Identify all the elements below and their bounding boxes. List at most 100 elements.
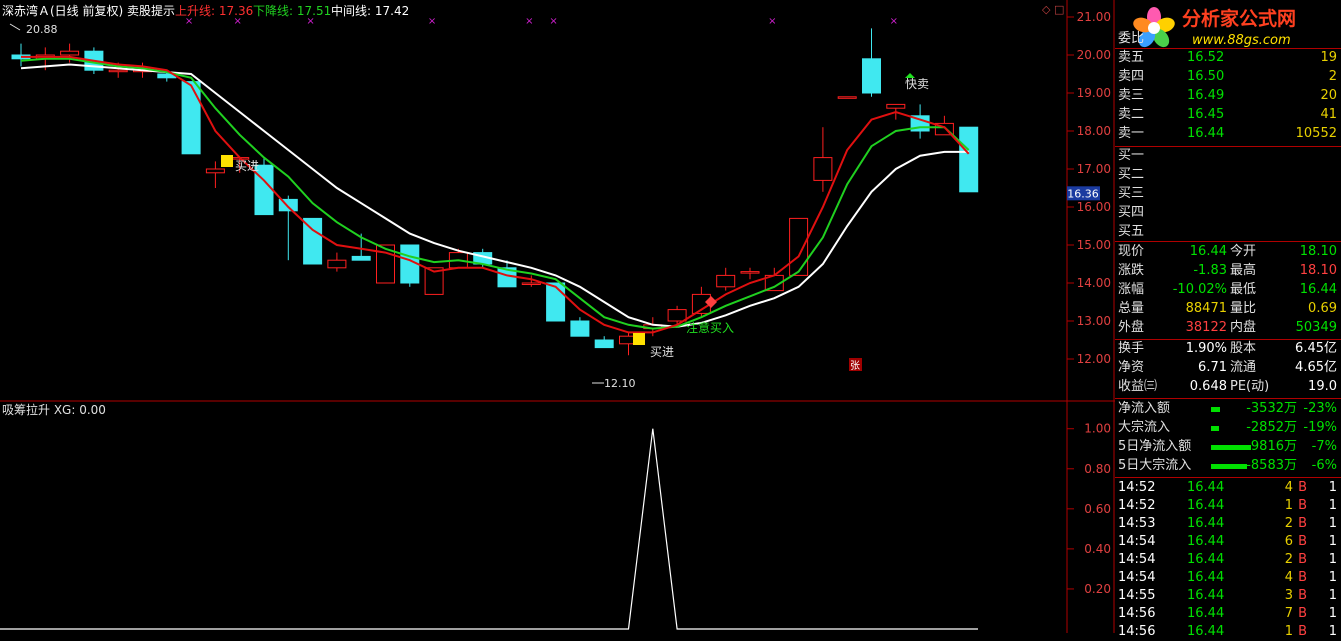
indicator-title: 吸筹拉升 XG: 0.00 — [2, 402, 106, 417]
flow-value: -2852万 — [1246, 420, 1297, 435]
stat-value: 6.45亿 — [1295, 341, 1337, 356]
sell-arrow-icon — [905, 73, 915, 78]
ask-label: 卖四 — [1118, 69, 1145, 84]
bid-row: 买一 — [1115, 147, 1341, 165]
stat-value: 50349 — [1295, 320, 1337, 335]
flow-label: 5日净流入额 — [1118, 439, 1192, 454]
stat-label: 净资 — [1118, 360, 1145, 375]
stat-row: 涨幅 -10.02% 最低 16.44 — [1115, 281, 1341, 299]
ask-row: 卖二 16.45 41 — [1115, 106, 1341, 124]
weibi-label: 委比 — [1118, 31, 1145, 46]
y-tick-label: 21.00 — [1077, 10, 1111, 24]
tick-time: 14:52 — [1118, 498, 1156, 513]
stat-row: 现价 16.44 今开 18.10 — [1115, 243, 1341, 261]
ask-row: 卖五 16.52 19 — [1115, 49, 1341, 67]
stat-label: 现价 — [1118, 244, 1145, 259]
square-icon[interactable]: □ — [1054, 3, 1064, 17]
xg-line — [0, 428, 978, 630]
stat-row: 收益㈢ 0.648 PE(动) 19.0 — [1115, 378, 1341, 396]
stat-label: 涨幅 — [1118, 282, 1145, 297]
candle — [205, 168, 225, 174]
tick-volume: 1 — [1284, 624, 1293, 639]
tick-row: 14:54 16.44 6 B 1 — [1115, 533, 1341, 551]
candle — [837, 96, 857, 99]
y-tick-label: 0.40 — [1084, 542, 1111, 556]
tick-row: 14:55 16.44 3 B 1 — [1115, 587, 1341, 605]
flow-pct: -19% — [1303, 420, 1337, 435]
high-price-label: 20.88 — [26, 23, 58, 36]
weibi-row: 委比 — [1115, 30, 1341, 48]
tick-count: 1 — [1328, 606, 1337, 621]
tick-count: 1 — [1328, 534, 1337, 549]
stat-value: 19.0 — [1308, 379, 1337, 394]
flow-label: 净流入额 — [1118, 401, 1171, 416]
bid-row: 买三 — [1115, 185, 1341, 203]
tick-side: B — [1298, 480, 1307, 495]
current-price-label: 16.36 — [1067, 187, 1099, 200]
tick-price: 16.44 — [1187, 624, 1225, 639]
candle — [60, 50, 80, 56]
y-tick-label: 12.00 — [1077, 352, 1111, 366]
divider — [1115, 241, 1341, 242]
top-marker: × — [549, 16, 557, 27]
stat-label: 量比 — [1230, 301, 1257, 316]
buy-label-2: 买进 — [650, 345, 674, 359]
quote-panel: 委比 卖五 16.52 19 卖四 16.50 2 卖三 16.49 20 卖二 16.45 41 卖一… — [1115, 0, 1341, 639]
stat-value: -1.83 — [1193, 263, 1227, 278]
stat-row: 总量 88471 量比 0.69 — [1115, 300, 1341, 318]
tick-price: 16.44 — [1187, 588, 1225, 603]
flow-value: -3532万 — [1246, 401, 1297, 416]
tick-time: 14:54 — [1118, 570, 1156, 585]
stat-value: 18.10 — [1299, 263, 1337, 278]
flow-value: -8583万 — [1246, 458, 1297, 473]
tick-side: B — [1298, 516, 1307, 531]
stat-label: 涨跌 — [1118, 263, 1145, 278]
zhang-label: 张 — [850, 360, 860, 372]
flow-bar — [1211, 445, 1251, 450]
stat-value: 0.69 — [1308, 301, 1337, 316]
stat-value: 16.44 — [1299, 282, 1337, 297]
bid-row: 买四 — [1115, 204, 1341, 222]
buy-marker-1 — [221, 155, 233, 167]
tick-volume: 6 — [1284, 534, 1293, 549]
tick-price: 16.44 — [1187, 570, 1225, 585]
tick-side: B — [1298, 534, 1307, 549]
candle — [351, 255, 371, 261]
tick-count: 1 — [1328, 552, 1337, 567]
tick-side: B — [1298, 498, 1307, 513]
buy-label-1: 买进 — [235, 159, 259, 173]
diamond-icon[interactable]: ◇ — [1042, 3, 1050, 17]
candle — [716, 274, 736, 288]
flow-bar — [1211, 426, 1219, 431]
ask-volume: 20 — [1320, 88, 1337, 103]
tick-volume: 3 — [1284, 588, 1293, 603]
candle — [789, 217, 809, 276]
buy-alert-label: 注意买入 — [686, 320, 734, 335]
bid-label: 买五 — [1118, 224, 1145, 239]
tick-time: 14:52 — [1118, 480, 1156, 495]
candle — [327, 259, 347, 269]
stat-label: PE(动) — [1230, 379, 1270, 394]
ask-label: 卖五 — [1118, 50, 1145, 65]
flow-pct: -23% — [1303, 401, 1337, 416]
candle — [959, 126, 979, 193]
y-tick-label: 1.00 — [1084, 422, 1111, 436]
ask-volume: 2 — [1328, 69, 1337, 84]
stat-label: 内盘 — [1230, 320, 1257, 335]
tick-time: 14:55 — [1118, 588, 1156, 603]
ask-row: 卖四 16.50 2 — [1115, 68, 1341, 86]
stat-label: 最高 — [1230, 263, 1257, 278]
divider — [1115, 477, 1341, 478]
bid-row: 买五 — [1115, 223, 1341, 241]
buy-marker-2 — [633, 333, 645, 345]
kline-chart[interactable]: 21.00 20.00 19.00 18.00 17.00 16.00 15.00 14.00… — [0, 0, 1115, 633]
candle — [181, 81, 201, 155]
stat-label: 今开 — [1230, 244, 1257, 259]
tick-time: 14:56 — [1118, 624, 1156, 639]
high-arrow — [9, 23, 21, 31]
ask-label: 卖二 — [1118, 107, 1145, 122]
y-tick-label: 15.00 — [1077, 238, 1111, 252]
stat-label: 流通 — [1230, 360, 1257, 375]
tick-row: 14:54 16.44 4 B 1 — [1115, 569, 1341, 587]
tick-row: 14:52 16.44 4 B 1 — [1115, 479, 1341, 497]
